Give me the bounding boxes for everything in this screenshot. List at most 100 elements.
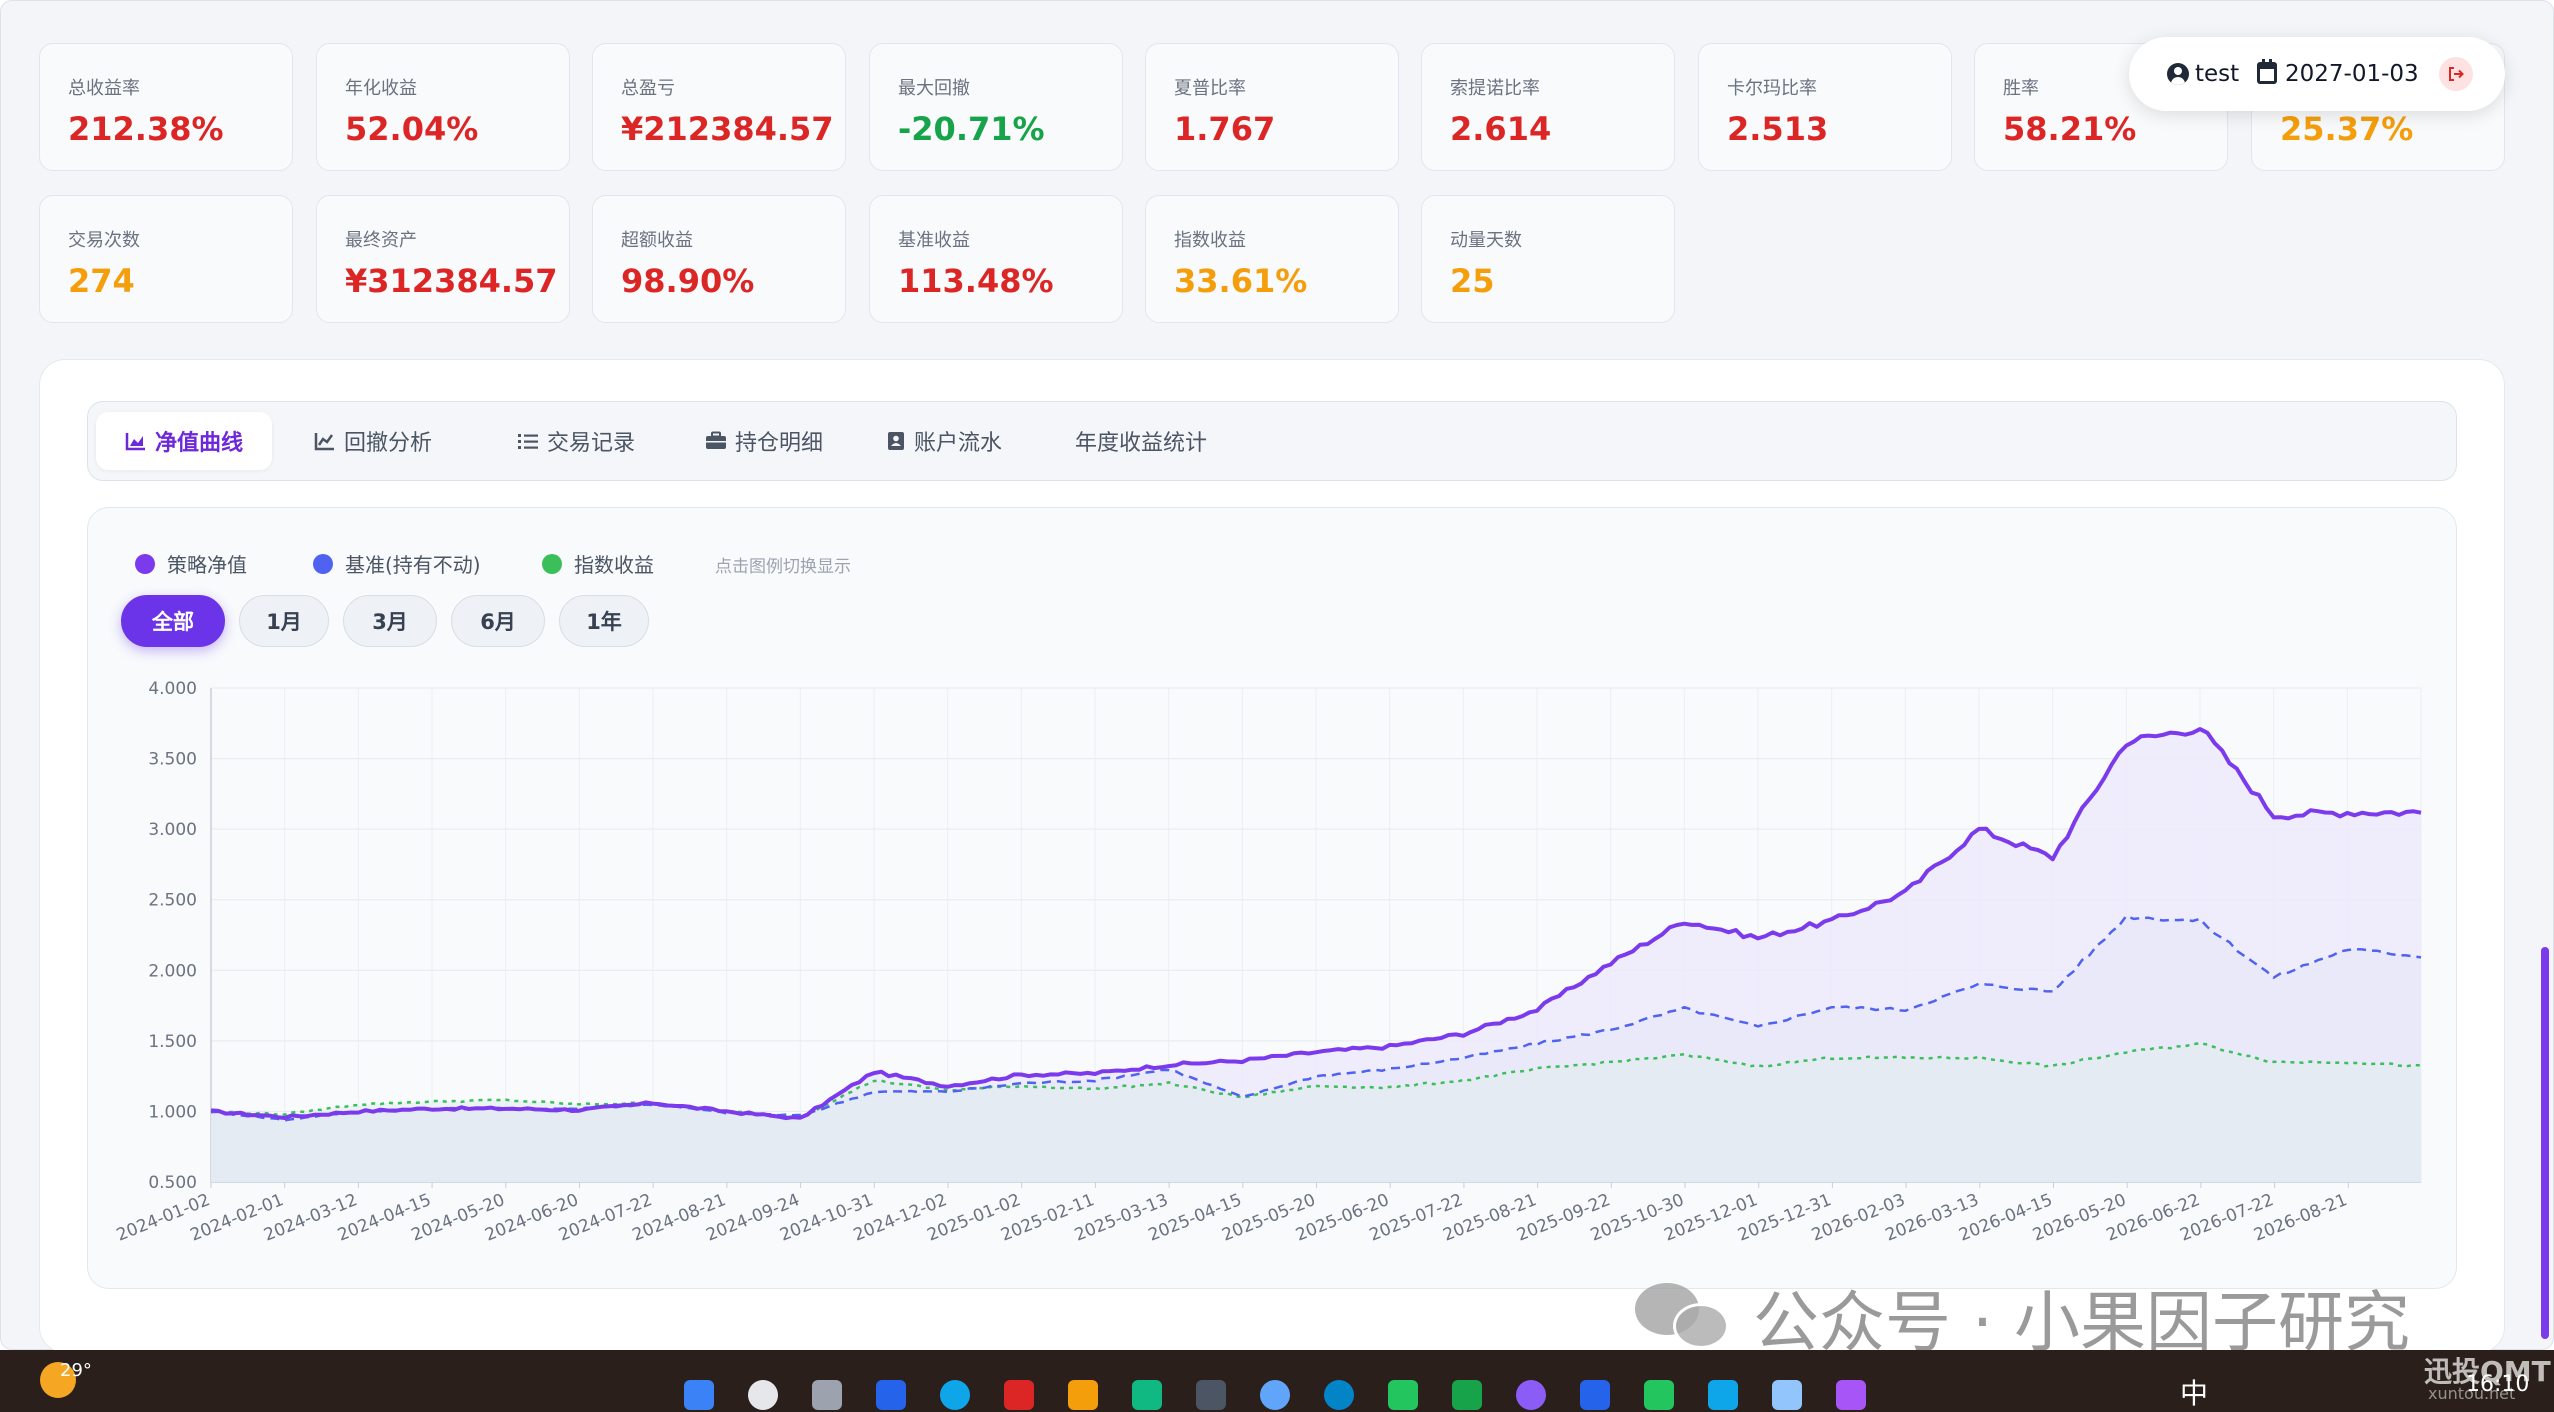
stat-value: 58.21% xyxy=(2003,110,2137,148)
clock[interactable]: 16:10 xyxy=(2466,1372,2529,1397)
stat-value: -20.71% xyxy=(898,110,1045,148)
user-icon xyxy=(2167,63,2189,85)
browser-icon[interactable] xyxy=(1260,1380,1290,1410)
stat-label: 最终资产 xyxy=(345,230,417,251)
user-name: test xyxy=(2195,61,2240,87)
y-tick-label: 3.000 xyxy=(148,820,197,840)
tab-account-flow[interactable]: 账户流水 xyxy=(872,412,1016,470)
stat-value: 113.48% xyxy=(898,262,1054,300)
tab-bar: 净值曲线 回撤分析 交易记录 持仓明细 账户流水 年度收益统计 xyxy=(87,401,2457,481)
stat-card: 总盈亏 ¥212384.57 xyxy=(592,43,846,171)
task-view-icon[interactable] xyxy=(812,1380,842,1410)
search-icon[interactable] xyxy=(748,1380,778,1410)
stat-card: 索提诺比率 2.614 xyxy=(1421,43,1675,171)
chat-icon[interactable] xyxy=(1388,1380,1418,1410)
stat-label: 胜率 xyxy=(2003,78,2039,99)
tab-positions[interactable]: 持仓明细 xyxy=(691,412,837,470)
stat-value: 2.513 xyxy=(1727,110,1829,148)
y-tick-label: 1.500 xyxy=(148,1032,197,1052)
stat-card: 交易次数 274 xyxy=(39,195,293,323)
stat-label: 卡尔玛比率 xyxy=(1727,78,1817,99)
vscode-icon[interactable] xyxy=(1580,1380,1610,1410)
outlook-icon[interactable] xyxy=(876,1380,906,1410)
design-app-icon[interactable] xyxy=(1836,1380,1866,1410)
legend-label: 指数收益 xyxy=(574,553,654,577)
legend-dot xyxy=(542,553,562,574)
stat-value: 25.37% xyxy=(2280,110,2414,148)
file-explorer-icon[interactable] xyxy=(1068,1380,1098,1410)
edge-icon[interactable] xyxy=(940,1380,970,1410)
tab-label: 交易记录 xyxy=(547,431,636,456)
stat-value: 33.61% xyxy=(1174,262,1308,300)
stat-label: 索提诺比率 xyxy=(1450,78,1540,99)
range-1y-button[interactable]: 1年 xyxy=(559,595,649,647)
stat-value: 212.38% xyxy=(68,110,224,148)
logout-button[interactable] xyxy=(2439,57,2473,91)
tab-annual-stats[interactable]: 年度收益统计 xyxy=(1061,412,1221,470)
app-icon[interactable] xyxy=(1196,1380,1226,1410)
list-icon xyxy=(518,434,538,449)
y-tick-label: 4.000 xyxy=(148,679,197,699)
tab-label: 持仓明细 xyxy=(735,431,824,456)
stat-label: 动量天数 xyxy=(1450,230,1522,251)
range-3m-button[interactable]: 3月 xyxy=(343,595,437,647)
stat-card: 最终资产 ¥312384.57 xyxy=(316,195,570,323)
stat-label: 最大回撤 xyxy=(898,78,970,99)
range-all-button[interactable]: 全部 xyxy=(121,595,225,647)
start-icon[interactable] xyxy=(684,1380,714,1410)
notepad-icon[interactable] xyxy=(1772,1380,1802,1410)
y-tick-label: 3.500 xyxy=(148,750,197,770)
stat-card: 夏普比率 1.767 xyxy=(1145,43,1399,171)
y-tick-label: 0.500 xyxy=(148,1173,197,1193)
stat-card: 基准收益 113.48% xyxy=(869,195,1123,323)
alipay-icon[interactable] xyxy=(1708,1380,1738,1410)
range-1m-button[interactable]: 1月 xyxy=(239,595,329,647)
stat-card: 最大回撤 -20.71% xyxy=(869,43,1123,171)
scrollbar-thumb[interactable] xyxy=(2541,947,2549,1339)
line-chart-icon xyxy=(314,433,334,451)
stat-card: 动量天数 25 xyxy=(1421,195,1675,323)
wechat-icon[interactable] xyxy=(1452,1380,1482,1410)
wps-icon[interactable] xyxy=(1004,1380,1034,1410)
briefcase-icon xyxy=(706,431,726,449)
legend-hint: 点击图例切换显示 xyxy=(715,557,851,577)
tab-trade-records[interactable]: 交易记录 xyxy=(503,412,649,470)
stat-value: ¥312384.57 xyxy=(345,262,558,300)
current-date: 2027-01-03 xyxy=(2285,61,2419,87)
stat-card: 指数收益 33.61% xyxy=(1145,195,1399,323)
legend-label: 基准(持有不动) xyxy=(345,553,481,577)
equity-curve-chart: 0.500 1.000 1.500 2.000 2.500 3.000 3.500 4.000… xyxy=(114,679,2422,1246)
ime-indicator[interactable]: 中 xyxy=(2180,1372,2208,1412)
tab-equity-curve[interactable]: 净值曲线 xyxy=(96,412,272,470)
legend-dot xyxy=(313,553,333,574)
wechat-logo-icon xyxy=(1635,1279,1735,1355)
legend-strategy[interactable]: 策略净值 xyxy=(135,549,247,578)
logout-icon xyxy=(2449,67,2464,81)
stat-label: 总盈亏 xyxy=(621,78,675,99)
tab-drawdown[interactable]: 回撤分析 xyxy=(300,412,446,470)
y-tick-label: 2.000 xyxy=(148,961,197,981)
stat-value: 2.614 xyxy=(1450,110,1552,148)
stat-label: 夏普比率 xyxy=(1174,78,1246,99)
taskbar: 29° 中 迅投QMT xuntou.net 16:10 xyxy=(0,1350,2554,1412)
stat-label: 超额收益 xyxy=(621,230,693,251)
y-tick-label: 1.000 xyxy=(148,1102,197,1122)
search-app-icon[interactable] xyxy=(1516,1380,1546,1410)
tab-label: 回撤分析 xyxy=(344,431,433,456)
edge-dev-icon[interactable] xyxy=(1324,1380,1354,1410)
stat-card: 年化收益 52.04% xyxy=(316,43,570,171)
store-icon[interactable] xyxy=(1132,1380,1162,1410)
stat-card: 卡尔玛比率 2.513 xyxy=(1698,43,1952,171)
stat-card: 总收益率 212.38% xyxy=(39,43,293,171)
stat-value: 98.90% xyxy=(621,262,755,300)
stat-value: 25 xyxy=(1450,262,1495,300)
app-page: 总收益率 212.38% 年化收益 52.04% 总盈亏 ¥212384.57 最大回撤 -2… xyxy=(0,0,2554,1361)
messages-icon[interactable] xyxy=(1644,1380,1674,1410)
stat-label: 交易次数 xyxy=(68,230,140,251)
legend-index[interactable]: 指数收益 xyxy=(542,549,654,578)
range-6m-button[interactable]: 6月 xyxy=(451,595,545,647)
stat-value: 1.767 xyxy=(1174,110,1276,148)
tab-label: 年度收益统计 xyxy=(1075,431,1208,456)
legend-benchmark[interactable]: 基准(持有不动) xyxy=(313,549,481,578)
tab-label: 净值曲线 xyxy=(154,431,243,456)
